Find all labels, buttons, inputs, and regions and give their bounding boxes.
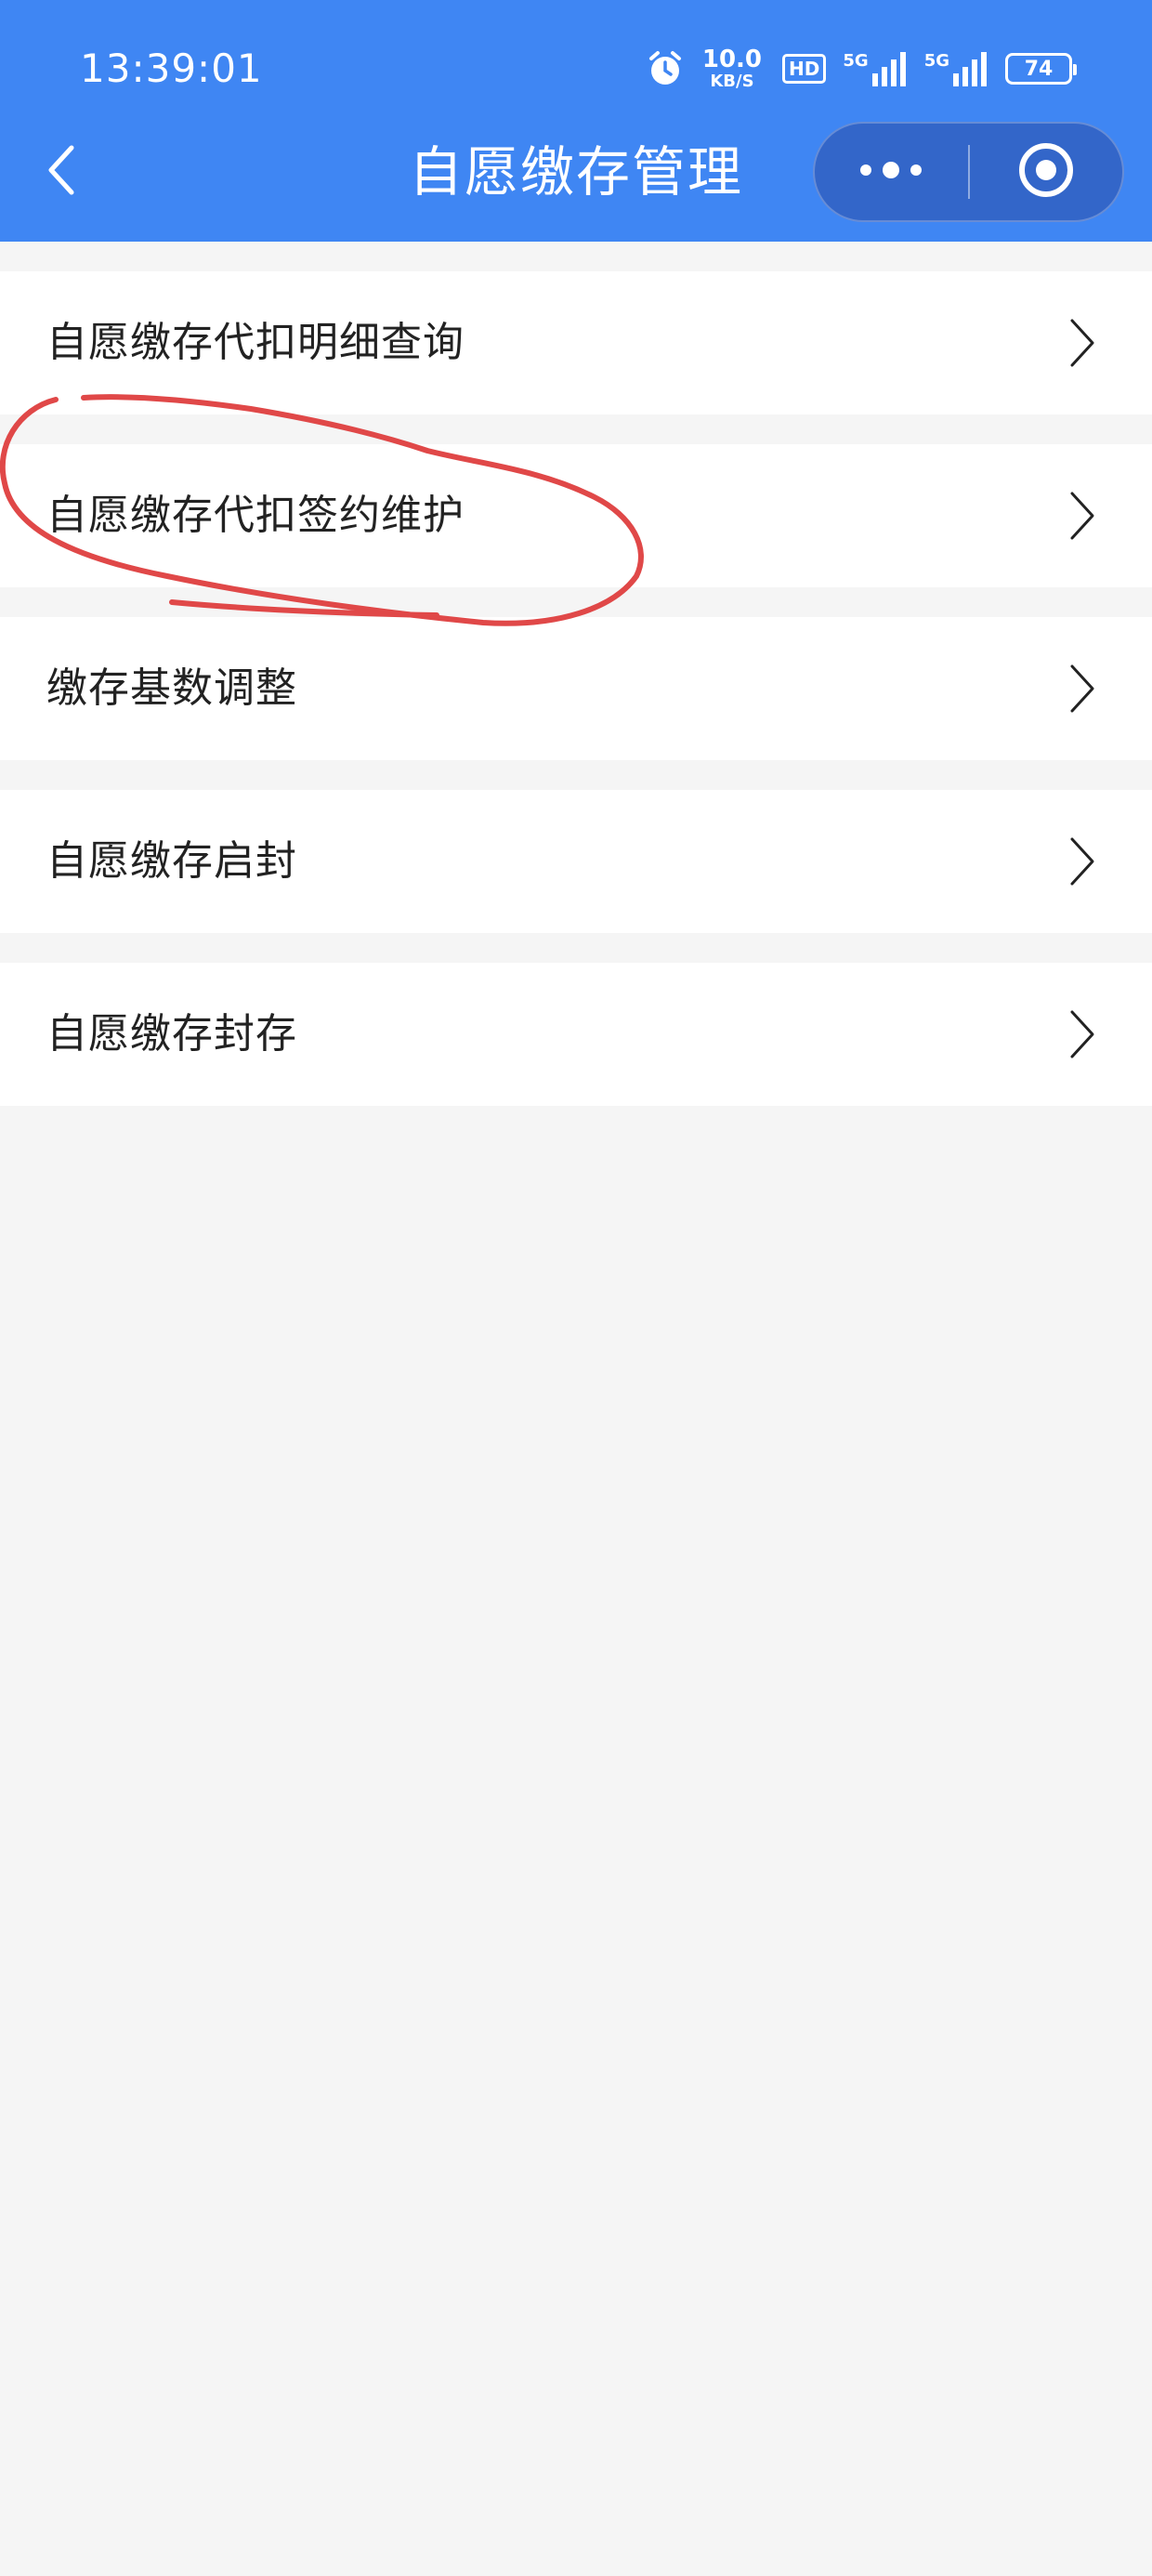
signal-2-label: 5G — [923, 51, 949, 71]
status-icons: 10.0 KB/S HD 5G 5G 74 — [645, 41, 1077, 97]
list-item[interactable]: 自愿缴存代扣签约维护 — [0, 444, 1152, 587]
mini-program-capsule — [813, 122, 1124, 222]
list-item[interactable]: 自愿缴存代扣明细查询 — [0, 271, 1152, 414]
more-dots-icon — [858, 161, 923, 183]
chevron-right-icon — [1063, 488, 1100, 544]
menu-item-label: 自愿缴存封存 — [46, 1010, 297, 1058]
list-item[interactable]: 自愿缴存启封 — [0, 790, 1152, 933]
more-button[interactable] — [815, 124, 968, 220]
close-mini-program-button[interactable] — [970, 124, 1123, 220]
signal-5g-icon: 5G — [924, 51, 988, 86]
battery-icon: 74 — [1005, 53, 1077, 85]
menu-item-label: 自愿缴存启封 — [46, 837, 297, 885]
menu-item-label: 自愿缴存代扣明细查询 — [46, 319, 465, 366]
net-speed: 10.0 KB/S — [702, 47, 762, 90]
net-speed-unit: KB/S — [710, 72, 754, 91]
battery-level: 74 — [1024, 57, 1054, 81]
list-item[interactable]: 缴存基数调整 — [0, 617, 1152, 760]
chevron-right-icon — [1063, 661, 1100, 716]
chevron-right-icon — [1063, 1006, 1100, 1062]
hd-voice-icon: HD — [782, 54, 827, 84]
menu-item-label: 缴存基数调整 — [46, 664, 297, 712]
alarm-icon — [645, 48, 686, 89]
header: 13:39:01 10.0 KB/S HD 5G 5G 74 自愿缴存管理 — [0, 0, 1152, 242]
list-item[interactable]: 自愿缴存封存 — [0, 963, 1152, 1106]
chevron-right-icon — [1063, 315, 1100, 371]
signal-5g-icon: 5G — [843, 51, 907, 86]
menu-item-label: 自愿缴存代扣签约维护 — [46, 492, 465, 539]
net-speed-value: 10.0 — [701, 46, 763, 73]
app-root: 13:39:01 10.0 KB/S HD 5G 5G 74 自愿缴存管理 自愿… — [0, 0, 1152, 2576]
signal-1-label: 5G — [843, 51, 869, 71]
status-time: 13:39:01 — [80, 46, 263, 91]
chevron-right-icon — [1063, 834, 1100, 889]
target-circle-icon — [1016, 140, 1076, 204]
menu-list: 自愿缴存代扣明细查询 自愿缴存代扣签约维护 缴存基数调整 自愿缴存启封 自愿缴存… — [0, 271, 1152, 1136]
